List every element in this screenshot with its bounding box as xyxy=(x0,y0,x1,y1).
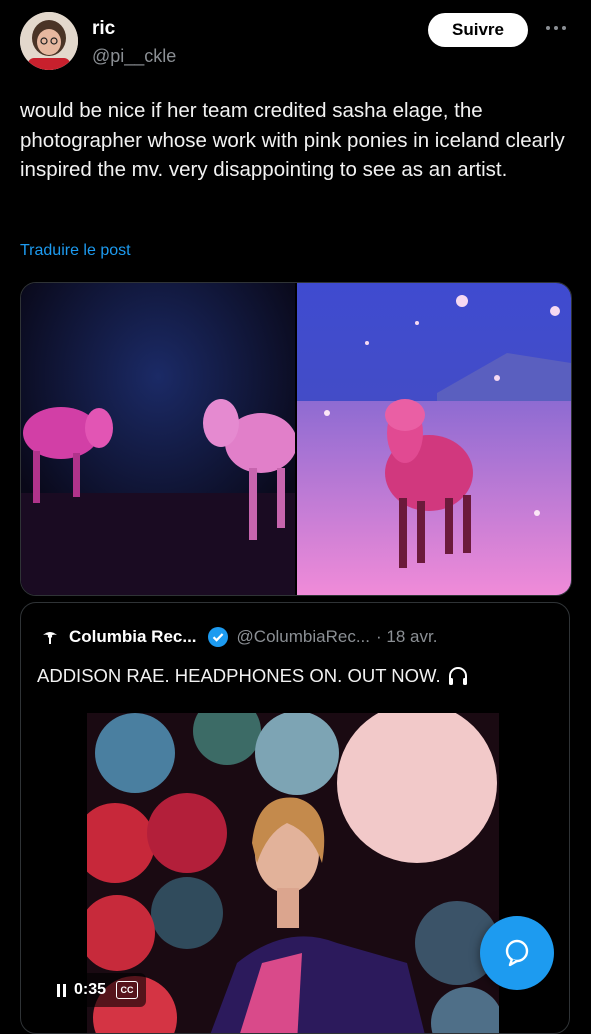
translate-link[interactable]: Traduire le post xyxy=(20,242,131,260)
author-name[interactable]: ric xyxy=(92,18,115,40)
pause-icon[interactable] xyxy=(57,983,66,997)
quoted-date: · 18 avr. xyxy=(376,627,438,646)
closed-captions-icon[interactable]: CC xyxy=(116,981,139,999)
media-photo-left[interactable] xyxy=(21,283,297,595)
video-time: 0:35 xyxy=(74,981,107,998)
more-icon[interactable] xyxy=(541,16,571,40)
author-avatar[interactable] xyxy=(20,12,78,70)
quoted-text: ADDISON RAE. HEADPHONES ON. OUT NOW. xyxy=(37,665,441,686)
quoted-video[interactable] xyxy=(87,713,499,1033)
quoted-author-name[interactable]: Columbia Rec... xyxy=(69,627,197,647)
media-photo-right[interactable] xyxy=(297,283,571,595)
quoted-text-row: ADDISON RAE. HEADPHONES ON. OUT NOW. xyxy=(37,665,469,687)
pink-pony-snow-image xyxy=(297,283,571,595)
more-dots-icon xyxy=(546,26,566,30)
headphones-icon xyxy=(448,667,467,685)
video-controls: 0:35 CC xyxy=(49,973,147,1007)
quoted-author-handle[interactable]: @ColumbiaRec... xyxy=(237,627,370,647)
post-text: would be nice if her team credited sasha… xyxy=(20,99,565,181)
compose-message-button[interactable] xyxy=(480,916,554,990)
pink-ponies-dark-image xyxy=(21,283,297,595)
verified-badge-icon xyxy=(207,627,228,647)
author-handle[interactable]: @pi__ckle xyxy=(92,46,176,67)
compose-message-icon xyxy=(505,939,529,967)
follow-button[interactable]: Suivre xyxy=(428,13,528,47)
avatar-image xyxy=(20,12,78,70)
columbia-logo-icon xyxy=(39,626,61,648)
quoted-header: Columbia Rec... @ColumbiaRec... · 18 avr… xyxy=(39,625,437,649)
post-header: ric @pi__ckle Suivre xyxy=(0,0,591,80)
video-frame-image xyxy=(87,713,499,1033)
post-media[interactable] xyxy=(20,282,572,596)
